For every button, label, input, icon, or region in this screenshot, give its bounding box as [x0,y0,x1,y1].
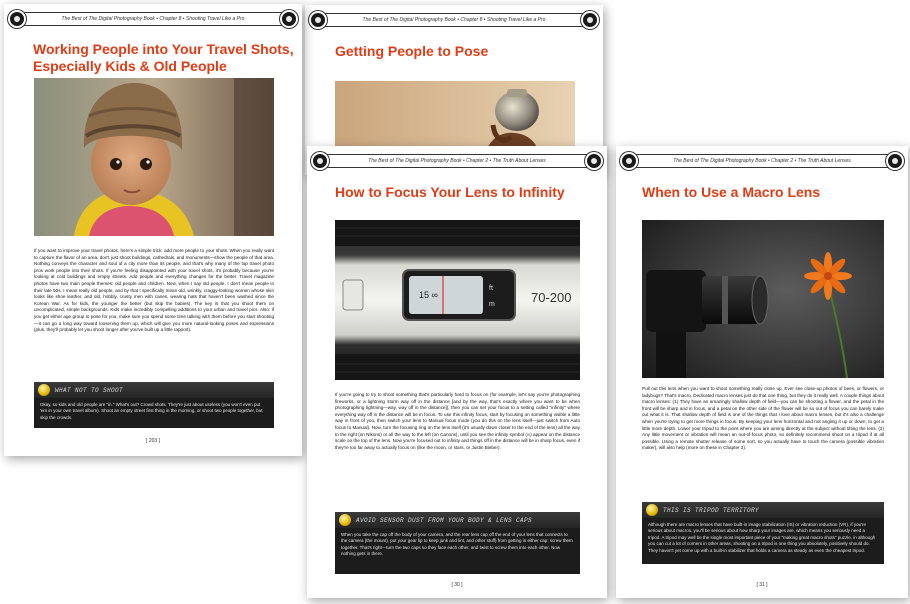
tip-text: Okay, so kids and old people are "in." W… [40,402,263,420]
tip-box: WHAT NOT TO SHOOT Okay, so kids and old … [34,382,274,428]
lens-focal-label: 70-200 [531,290,571,305]
page-focus-infinity: The Best of The Digital Photography Book… [307,146,607,598]
page-number: [ 30 ] [451,582,463,588]
macro-camera-photo [642,220,884,378]
lightbulb-tip-icon [339,514,351,526]
tip-title: THIS IS TRIPOD TERRITORY [663,506,760,514]
page-travel-shots: The Best of The Digital Photography Book… [4,4,302,456]
tip-title: AVOID SENSOR DUST FROM YOUR BODY & LENS … [356,516,533,524]
lens-ring-icon [585,152,603,170]
header-text: The Best of The Digital Photography Book… [61,16,245,22]
lens-ring-icon [280,10,298,28]
page-header: The Best of The Digital Photography Book… [311,152,603,170]
tip-header: WHAT NOT TO SHOOT [34,382,274,398]
page-header: The Best of The Digital Photography Book… [620,152,904,170]
tip-box: THIS IS TRIPOD TERRITORY Although there … [642,502,884,564]
header-text: The Best of The Digital Photography Book… [368,158,546,164]
lens-ring-icon [886,152,904,170]
page-title: When to Use a Macro Lens [642,184,821,200]
page-header: The Best of The Digital Photography Book… [8,10,298,28]
lens-ring-icon [8,10,26,28]
svg-text:ft: ft [489,285,493,292]
child-portrait-photo [34,78,274,236]
tip-title: WHAT NOT TO SHOOT [55,386,124,394]
svg-text:m: m [489,301,495,308]
tip-box: AVOID SENSOR DUST FROM YOUR BODY & LENS … [335,512,580,574]
body-paragraph: If you're going to try to shoot somethin… [335,392,580,450]
lens-ring-icon [620,152,638,170]
page-header: The Best of The Digital Photography Book… [309,11,599,29]
body-paragraph: Pull out this lens when you want to shoo… [642,386,884,451]
svg-text:15 ∞: 15 ∞ [419,290,438,300]
lens-ring-icon [311,152,329,170]
page-number: [ 31 ] [756,582,768,588]
tip-header: THIS IS TRIPOD TERRITORY [642,502,884,518]
lens-ring-icon [309,11,327,29]
lightbulb-tip-icon [646,504,658,516]
page-title: Getting People to Pose [335,43,489,59]
page-title: How to Focus Your Lens to Infinity [335,184,565,200]
lightbulb-tip-icon [38,384,50,396]
page-macro-lens: The Best of The Digital Photography Book… [616,146,908,598]
tip-text: When you take the cap off the body of yo… [341,532,573,557]
body-paragraph: If you want to improve your travel photo… [34,248,274,333]
lens-photo: 15 ∞ ft m 70-200 [335,220,580,380]
lens-ring-icon [581,11,599,29]
header-text: The Best of The Digital Photography Book… [362,17,546,23]
page-title: Working People into Your Travel Shots, E… [33,41,294,74]
tip-text: Although there are macro lenses that hav… [648,522,876,553]
tip-header: AVOID SENSOR DUST FROM YOUR BODY & LENS … [335,512,580,528]
page-number: [ 203 ] [146,438,160,444]
header-text: The Best of The Digital Photography Book… [673,158,851,164]
